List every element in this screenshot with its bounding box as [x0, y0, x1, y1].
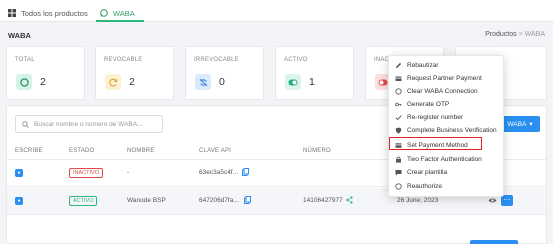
page-title: WABA: [8, 31, 31, 40]
menu-item-label: Request Partner Payment: [407, 75, 482, 82]
status-badge: INACTIVO: [69, 168, 103, 178]
status-badge: ACTIVO: [69, 196, 98, 206]
menu-item-two-factor-authentication[interactable]: Two Factor Authentication: [395, 154, 482, 165]
row-name: -: [127, 169, 130, 176]
stat-card-revocable: REVOCABLE 2: [95, 46, 174, 100]
menu-item-label: Crear plantilla: [407, 169, 448, 176]
menu-item-label: Complete Business Verification: [407, 127, 497, 134]
active-tab-indicator: [96, 20, 144, 22]
breadcrumb: Productos > WABA: [485, 31, 545, 38]
share-icon[interactable]: [346, 196, 353, 204]
payment-icon: [395, 76, 402, 81]
row-actions-menu: Rebautizar Request Partner Payment Clear…: [388, 55, 504, 197]
stat-card-total: TOTAL 2: [6, 46, 85, 100]
tab-waba[interactable]: WABA: [100, 6, 135, 20]
whatsapp-icon: [16, 74, 32, 90]
card-value: 0: [219, 76, 225, 88]
menu-item-request-partner-payment[interactable]: Request Partner Payment: [395, 73, 482, 84]
menu-item-clear-waba-connection[interactable]: Clear WABA Connection: [395, 86, 478, 97]
menu-item-rebautizar[interactable]: Rebautizar: [395, 60, 438, 71]
breadcrumb-separator: >: [518, 31, 523, 38]
check-icon: [395, 115, 402, 121]
menu-item-crear-plantilla[interactable]: Crear plantilla: [395, 167, 447, 178]
copy-icon[interactable]: [242, 168, 249, 176]
card-label: REVOCABLE: [104, 57, 143, 63]
row-number: 14106427977: [303, 197, 343, 204]
card-value: 1: [309, 76, 315, 88]
breadcrumb-root[interactable]: Productos: [485, 31, 517, 38]
waba-button-label: WABA: [507, 120, 527, 128]
shield-icon: [395, 127, 402, 134]
menu-item-reauthorize[interactable]: Reauthorize: [395, 181, 442, 192]
menu-item-label: Two Factor Authentication: [407, 156, 482, 163]
highlight-box: [389, 137, 482, 150]
card-value: 2: [40, 76, 46, 88]
whatsapp-icon: [100, 9, 108, 17]
eye-icon[interactable]: [488, 197, 497, 204]
key-icon: [395, 102, 402, 107]
stat-card-activo: ACTIVO 1: [275, 46, 354, 100]
card-label: ACTIVO: [284, 57, 308, 63]
breadcrumb-current: WABA: [524, 31, 545, 38]
row-api-key: 647206d7fa...: [199, 197, 239, 204]
row-name: Wanode BSP: [127, 197, 166, 204]
menu-item-label: Re-register number: [407, 114, 463, 121]
copy-icon[interactable]: [244, 196, 251, 204]
lock-icon: [396, 156, 401, 163]
column-header: ESTADO: [69, 148, 95, 154]
search-input[interactable]: Buscar nombre o número de WABA...: [15, 115, 163, 133]
search-placeholder: Buscar nombre o número de WABA...: [34, 120, 143, 128]
circle-icon: [395, 88, 402, 95]
more-actions-button[interactable]: ⋯: [501, 195, 513, 206]
menu-item-label: Rebautizar: [407, 62, 439, 69]
row-type-icon: ●: [15, 197, 23, 205]
column-header: NÚMERO: [303, 148, 331, 154]
row-api-key: 63ec3a5c4f...: [199, 169, 239, 176]
menu-item-complete-business-verification[interactable]: Complete Business Verification: [395, 125, 497, 136]
pencil-icon: [396, 62, 402, 68]
row-date: 26 June, 2023: [397, 197, 439, 204]
column-header: NOMBRE: [127, 148, 155, 154]
tab-label: WABA: [113, 8, 135, 18]
tab-label: Todos los productos: [21, 8, 88, 18]
menu-item-label: Generate OTP: [407, 101, 450, 108]
menu-item-label: Clear WABA Connection: [407, 88, 478, 95]
menu-item-label: Reauthorize: [407, 183, 443, 190]
waba-dropdown-button[interactable]: WABA ▾: [500, 116, 540, 132]
no-sync-icon: [195, 74, 211, 90]
stat-card-irrevocable: IRREVOCABLE 0: [185, 46, 264, 100]
top-tabs: Todos los productos WABA: [0, 0, 553, 22]
menu-item-re-register-number[interactable]: Re-register number: [395, 112, 463, 123]
column-header: CLAVE API: [199, 148, 232, 154]
search-icon: [22, 120, 29, 128]
row-type-icon: ●: [15, 169, 23, 177]
card-label: TOTAL: [15, 57, 35, 63]
chevron-down-icon: ▾: [529, 121, 533, 128]
message-icon: [395, 170, 402, 176]
grid-icon: [8, 9, 16, 17]
tab-todos-los-productos[interactable]: Todos los productos: [8, 6, 88, 20]
pagination-button[interactable]: [470, 240, 518, 244]
refresh-icon: [105, 74, 121, 90]
card-label: IRREVOCABLE: [194, 57, 239, 63]
toggle-on-icon: [285, 74, 301, 90]
circle-icon: [395, 183, 402, 190]
card-value: 2: [129, 76, 135, 88]
menu-item-generate-otp[interactable]: Generate OTP: [395, 99, 449, 110]
card-label: INAC: [374, 57, 390, 63]
column-header: ESCRIBE: [15, 148, 43, 154]
